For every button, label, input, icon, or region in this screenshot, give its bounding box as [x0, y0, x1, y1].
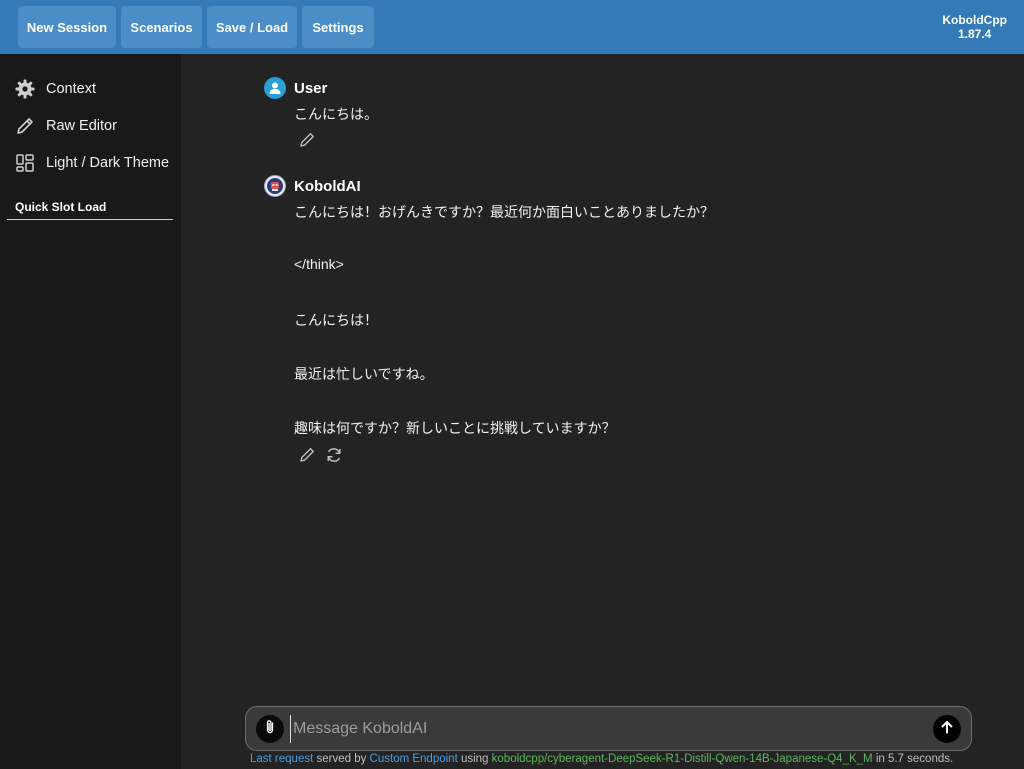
send-button[interactable] — [933, 715, 961, 743]
edit-icon[interactable] — [298, 131, 316, 149]
sender-name: User — [294, 79, 328, 97]
quick-slot-load-heading: Quick Slot Load — [7, 200, 173, 220]
sidebar-item-label: Context — [46, 81, 96, 97]
message-text: 最近は忙しいですね。 — [294, 367, 434, 383]
status-text: served by — [313, 753, 370, 765]
settings-button[interactable]: Settings — [302, 6, 374, 48]
regenerate-icon[interactable] — [325, 446, 343, 464]
sidebar-item-label: Raw Editor — [46, 118, 117, 134]
app-brand: KoboldCpp 1.87.4 — [942, 13, 1007, 41]
model-name: koboldcpp/cyberagent-DeepSeek-R1-Distill… — [491, 753, 873, 765]
custom-endpoint-link[interactable]: Custom Endpoint — [370, 753, 458, 765]
new-session-button[interactable]: New Session — [18, 6, 116, 48]
message-text: 趣味は何ですか？新しいことに挑戦していますか？ — [294, 421, 616, 437]
app-version: 1.87.4 — [957, 27, 992, 41]
sender-name: KoboldAI — [294, 177, 361, 195]
gear-icon — [14, 78, 36, 100]
attach-button[interactable] — [256, 715, 284, 743]
sidebar-item-label: Light / Dark Theme — [46, 155, 170, 171]
sidebar: Context Raw Editor Light / Dark Theme Qu… — [0, 54, 181, 769]
user-avatar-icon — [264, 77, 286, 99]
message-text: こんにちは！ — [294, 313, 378, 329]
paperclip-icon — [263, 719, 277, 740]
message-text: </think> — [294, 256, 344, 272]
koboldai-avatar-icon — [264, 175, 286, 197]
message-header-user: User — [264, 77, 327, 99]
status-line: Last request served by Custom Endpoint u… — [250, 753, 953, 765]
scenarios-button[interactable]: Scenarios — [121, 6, 202, 48]
sidebar-item-raw-editor[interactable]: Raw Editor — [14, 114, 117, 138]
sidebar-item-theme[interactable]: Light / Dark Theme — [14, 151, 169, 175]
save-load-button[interactable]: Save / Load — [207, 6, 297, 48]
message-composer — [245, 706, 972, 751]
arrow-up-icon — [939, 719, 955, 740]
last-request-link[interactable]: Last request — [250, 753, 313, 765]
app-name: KoboldCpp — [942, 13, 1007, 27]
layout-icon — [14, 152, 36, 174]
message-text: こんにちは。 — [294, 107, 378, 123]
pencil-icon — [14, 115, 36, 137]
message-header-koboldai: KoboldAI — [264, 175, 361, 197]
status-text: using — [457, 753, 492, 765]
edit-icon[interactable] — [298, 446, 316, 464]
sidebar-item-context[interactable]: Context — [14, 77, 96, 101]
top-toolbar: New Session Scenarios Save / Load Settin… — [0, 0, 1024, 54]
status-text: in 5.7 seconds. — [872, 753, 954, 765]
message-input[interactable] — [290, 715, 920, 743]
message-text: こんにちは！おげんきですか？最近何か面白いことありましたか？ — [294, 205, 714, 221]
